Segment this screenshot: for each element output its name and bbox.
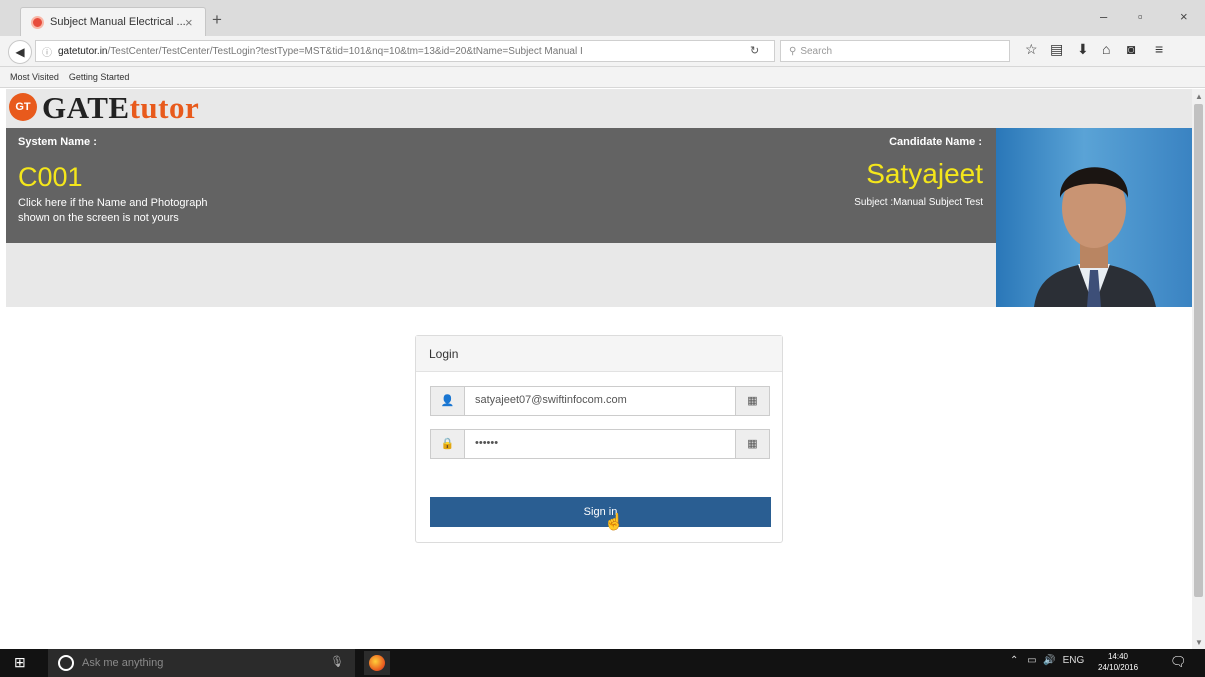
system-name-value: C001 [18, 162, 83, 192]
language-indicator[interactable]: ENG [1063, 655, 1085, 666]
login-title: Login [416, 336, 782, 372]
subject-label: Subject :Manual Subject Test [854, 197, 983, 208]
reading-list-icon[interactable]: ▤ [1050, 41, 1063, 58]
new-tab-button[interactable]: + [212, 10, 222, 30]
microphone-icon[interactable]: 🎙 [330, 655, 344, 668]
password-field[interactable]: 🔒 •••••• ▦ [430, 429, 770, 459]
site-logo[interactable]: GATEtutor [42, 90, 199, 126]
firefox-taskbar-icon[interactable] [364, 651, 390, 675]
bookmark-most-visited[interactable]: Most Visited [10, 72, 59, 82]
cortana-icon [58, 655, 74, 671]
tab-close-icon[interactable]: × [185, 15, 199, 30]
email-field[interactable]: 👤 satyajeet07@swiftinfocom.com ▦ [430, 386, 770, 416]
sign-in-button[interactable]: Sign in [430, 497, 771, 527]
system-tray[interactable]: ⌃ ▭ 🔊 ENG [1010, 655, 1084, 666]
search-icon: ⚲ [789, 45, 797, 57]
clock-time: 14:40 [1107, 652, 1129, 661]
info-icon[interactable]: ⓘ [42, 44, 52, 59]
bookmarks-toolbar: Most Visited Getting Started [0, 67, 1205, 88]
system-name-label: System Name : [18, 136, 97, 148]
search-input[interactable]: ⚲ Search [780, 40, 1010, 62]
email-value: satyajeet07@swiftinfocom.com [475, 394, 627, 406]
logo-tutor: tutor [129, 90, 200, 125]
lock-icon: 🔒 [431, 430, 465, 458]
user-icon: 👤 [431, 387, 465, 415]
keyboard-icon[interactable]: ▦ [735, 387, 769, 415]
candidate-photo [996, 128, 1192, 307]
url-path: /TestCenter/TestCenter/TestLogin?testTyp… [107, 45, 583, 57]
candidate-name-label: Candidate Name : [889, 136, 982, 148]
restore-button[interactable]: ▫ [1138, 9, 1143, 24]
scroll-down-icon[interactable]: ▼ [1195, 638, 1203, 647]
taskbar-clock[interactable]: 14:40 24/10/2016 [1098, 651, 1138, 673]
browser-tab[interactable]: Subject Manual Electrical ... × [20, 7, 206, 36]
bookmark-getting-started[interactable]: Getting Started [69, 72, 130, 82]
tray-up-icon[interactable]: ⌃ [1010, 655, 1018, 666]
note-line-2: shown on the screen is not yours [18, 212, 179, 224]
logo-gate: GATE [42, 90, 130, 125]
back-button[interactable]: ◀ [8, 40, 32, 64]
bookmark-star-icon[interactable]: ☆ [1025, 41, 1038, 58]
note-line-1: Click here if the Name and Photograph [18, 197, 208, 209]
not-yours-link[interactable]: Click here if the Name and Photograph sh… [18, 196, 278, 226]
candidate-photo-image [1034, 167, 1156, 307]
menu-icon[interactable]: ≡ [1155, 41, 1163, 57]
download-icon[interactable]: ⬇ [1077, 41, 1089, 58]
banner-spacer [6, 243, 996, 307]
url-host: gatetutor.in [58, 45, 108, 57]
password-value: •••••• [475, 437, 499, 449]
close-window-button[interactable]: × [1180, 9, 1188, 24]
scroll-up-icon[interactable]: ▲ [1195, 92, 1203, 101]
volume-icon[interactable]: 🔊 [1043, 655, 1055, 666]
hand-cursor-icon: ☝ [604, 514, 624, 531]
search-placeholder: Search [800, 45, 833, 57]
address-bar[interactable]: ⓘ gatetutor.in /TestCenter/TestCenter/Te… [35, 40, 775, 62]
tab-title: Subject Manual Electrical ... [50, 16, 185, 28]
notifications-icon[interactable]: 🗨 [1170, 654, 1187, 670]
scrollbar-thumb[interactable] [1194, 104, 1203, 597]
pocket-icon[interactable]: ◙ [1127, 41, 1135, 57]
network-icon[interactable]: ▭ [1027, 655, 1036, 666]
site-favicon-icon [31, 15, 44, 29]
clock-date: 24/10/2016 [1098, 663, 1139, 672]
minimize-button[interactable]: – [1100, 9, 1107, 24]
candidate-name-value: Satyajeet [866, 158, 983, 189]
home-icon[interactable]: ⌂ [1102, 41, 1110, 57]
cortana-search-box[interactable]: Ask me anything [48, 649, 355, 677]
reload-icon[interactable]: ↻ [750, 44, 759, 57]
logo-badge: GT [9, 93, 37, 121]
windows-start-icon[interactable]: ⊞ [14, 654, 32, 672]
cortana-placeholder: Ask me anything [82, 657, 164, 669]
keyboard-icon[interactable]: ▦ [735, 430, 769, 458]
